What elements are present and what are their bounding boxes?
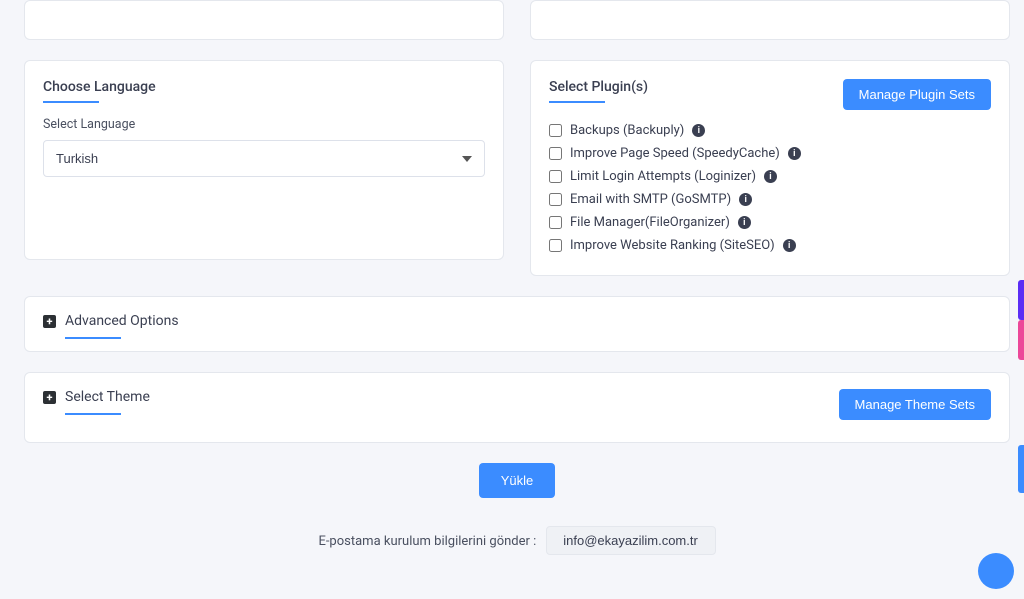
- manage-plugin-sets-button[interactable]: Manage Plugin Sets: [843, 79, 991, 110]
- upper-card-stub-right: [530, 0, 1010, 40]
- side-accent: [1018, 280, 1024, 320]
- choose-language-card: Choose Language Select Language Turkish: [24, 60, 504, 260]
- info-icon[interactable]: i: [788, 147, 801, 160]
- plugin-label: Improve Website Ranking (SiteSEO): [570, 238, 775, 253]
- plugin-label: File Manager(FileOrganizer): [570, 215, 730, 230]
- info-icon[interactable]: i: [739, 193, 752, 206]
- install-button[interactable]: Yükle: [479, 463, 556, 498]
- select-language-label: Select Language: [43, 117, 485, 132]
- plugin-label: Email with SMTP (GoSMTP): [570, 192, 731, 207]
- plugin-item[interactable]: Email with SMTP (GoSMTP) i: [549, 188, 991, 211]
- side-accent: [1018, 320, 1024, 360]
- info-icon[interactable]: i: [692, 124, 705, 137]
- info-icon[interactable]: i: [764, 170, 777, 183]
- select-plugins-card: Select Plugin(s) Manage Plugin Sets Back…: [530, 60, 1010, 276]
- info-icon[interactable]: i: [738, 216, 751, 229]
- email-input[interactable]: [546, 526, 716, 555]
- plugin-item[interactable]: Improve Page Speed (SpeedyCache) i: [549, 142, 991, 165]
- manage-theme-sets-button[interactable]: Manage Theme Sets: [839, 389, 991, 420]
- choose-language-title: Choose Language: [43, 79, 485, 95]
- plugin-label: Backups (Backuply): [570, 123, 684, 138]
- advanced-options-card: + Advanced Options: [24, 296, 1010, 352]
- side-accent: [1018, 445, 1024, 493]
- plugin-label: Limit Login Attempts (Loginizer): [570, 169, 756, 184]
- email-label: E-postama kurulum bilgilerini gönder :: [318, 534, 536, 549]
- advanced-options-toggle[interactable]: + Advanced Options: [43, 313, 179, 329]
- plugin-item[interactable]: File Manager(FileOrganizer) i: [549, 211, 991, 234]
- advanced-options-title: Advanced Options: [65, 313, 179, 329]
- upper-card-stub-left: [24, 0, 504, 40]
- plugin-label: Improve Page Speed (SpeedyCache): [570, 146, 780, 161]
- plugin-checkbox-list: Backups (Backuply) i Improve Page Speed …: [549, 119, 991, 257]
- plugin-item[interactable]: Limit Login Attempts (Loginizer) i: [549, 165, 991, 188]
- info-icon[interactable]: i: [783, 239, 796, 252]
- plus-icon: +: [43, 315, 56, 328]
- plugin-checkbox[interactable]: [549, 170, 562, 183]
- plugin-checkbox[interactable]: [549, 239, 562, 252]
- plugin-checkbox[interactable]: [549, 216, 562, 229]
- select-plugins-title: Select Plugin(s): [549, 79, 648, 95]
- language-select[interactable]: Turkish: [43, 140, 485, 177]
- plugin-checkbox[interactable]: [549, 147, 562, 160]
- plugin-checkbox[interactable]: [549, 193, 562, 206]
- select-theme-toggle[interactable]: + Select Theme: [43, 389, 150, 405]
- plugin-checkbox[interactable]: [549, 124, 562, 137]
- select-theme-card: + Select Theme Manage Theme Sets: [24, 372, 1010, 443]
- plugin-item[interactable]: Improve Website Ranking (SiteSEO) i: [549, 234, 991, 257]
- plus-icon: +: [43, 391, 56, 404]
- plugin-item[interactable]: Backups (Backuply) i: [549, 119, 991, 142]
- email-row: E-postama kurulum bilgilerini gönder :: [24, 526, 1010, 555]
- select-theme-title: Select Theme: [65, 389, 150, 405]
